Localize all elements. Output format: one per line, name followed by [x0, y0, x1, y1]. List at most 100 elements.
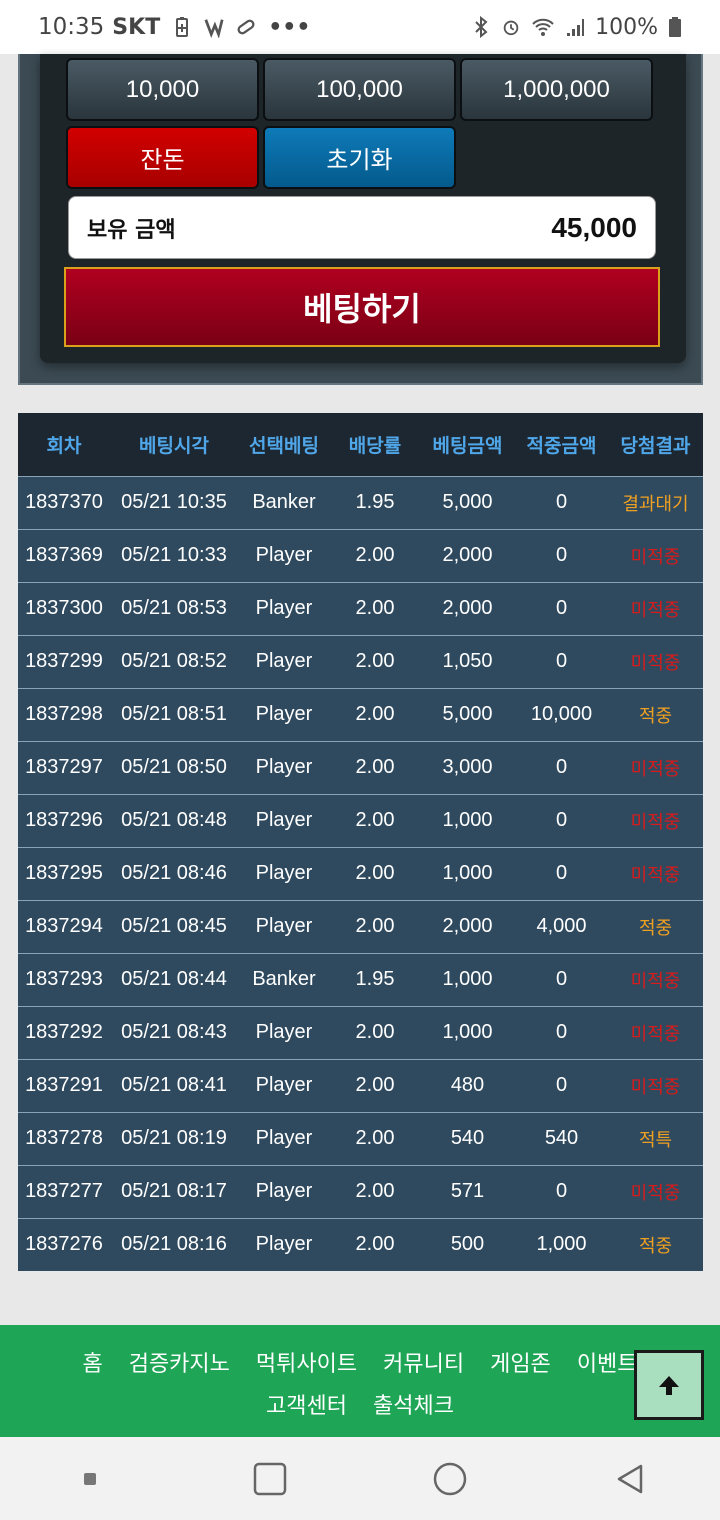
bet-amount-cell: 500: [450, 1233, 485, 1256]
selection-cell: Player: [255, 703, 313, 725]
odds-cell: 2.00: [355, 1021, 395, 1043]
battery-saver-icon: [176, 17, 189, 37]
selection-cell: Player: [255, 1021, 313, 1043]
bet-history-table: 회차 베팅시각 선택베팅 배당률 베팅금액 적중금액 당첨결과 1837370 0…: [18, 413, 703, 1271]
result-cell: 미적중: [630, 864, 681, 886]
footer-link[interactable]: 고객센터: [266, 1388, 347, 1420]
status-carrier: SKT: [112, 14, 161, 40]
footer-link[interactable]: 커뮤니티: [383, 1346, 464, 1378]
reset-button[interactable]: 초기화: [263, 126, 456, 189]
screen: 10:35 SKT ••• 100% 10,000 100,000 1,000,…: [0, 0, 720, 1520]
table-row: 1837298 05/21 08:51 Player 2.00 5,000 10,000 적…: [18, 688, 703, 741]
win-amount-cell: 0: [555, 544, 568, 566]
overview-button[interactable]: [230, 1449, 310, 1509]
round-cell: 1837292: [25, 1021, 103, 1043]
table-row: 1837278 05/21 08:19 Player 2.00 540 540 적특: [18, 1112, 703, 1165]
change-button[interactable]: 잔돈: [66, 126, 259, 189]
round-cell: 1837278: [25, 1127, 103, 1149]
bet-amount-cell: 2,000: [442, 544, 493, 566]
recent-apps-button[interactable]: [50, 1449, 130, 1509]
bet-time-cell: 05/21 08:44: [121, 968, 227, 990]
odds-cell: 2.00: [355, 756, 395, 778]
status-left-icons: •••: [172, 15, 310, 40]
odds-cell: 1.95: [355, 968, 395, 990]
selection-cell: Banker: [252, 968, 316, 990]
col-win-amount: 적중금액: [526, 434, 597, 457]
footer-links: 홈 검증카지노 먹튀사이트 커뮤니티 게임존 이벤트 고객센터 출석체크: [0, 1341, 720, 1425]
win-amount-cell: 1,000: [536, 1233, 587, 1256]
footer-link[interactable]: 검증카지노: [129, 1346, 230, 1378]
result-cell: 미적중: [630, 811, 681, 833]
more-notifications-icon: •••: [268, 14, 311, 40]
bet-amount-cell: 1,000: [442, 968, 493, 990]
selection-cell: Player: [255, 1074, 313, 1096]
selection-cell: Player: [255, 597, 313, 619]
amount-1000000-button[interactable]: 1,000,000: [460, 58, 653, 121]
bet-amount-cell: 571: [450, 1180, 485, 1202]
win-amount-cell: 0: [555, 650, 568, 672]
round-cell: 1837300: [25, 597, 103, 619]
win-amount-cell: 4,000: [536, 915, 587, 937]
scroll-top-button[interactable]: [634, 1350, 704, 1420]
bet-amount-cell: 5,000: [442, 703, 493, 725]
col-odds: 배당률: [348, 434, 402, 457]
round-cell: 1837294: [25, 915, 103, 937]
round-cell: 1837291: [25, 1074, 103, 1096]
round-cell: 1837299: [25, 650, 103, 672]
round-cell: 1837369: [25, 544, 103, 566]
footer-link[interactable]: 출석체크: [373, 1388, 454, 1420]
betting-panel-inner: 10,000 100,000 1,000,000 잔돈 초기화 보유 금액 45…: [40, 54, 686, 363]
selection-cell: Player: [255, 1180, 313, 1202]
home-circle-icon: [433, 1462, 467, 1495]
result-cell: 미적중: [630, 599, 681, 621]
col-bet-time: 베팅시각: [139, 434, 209, 457]
table-row: 1837300 05/21 08:53 Player 2.00 2,000 0 미적중: [18, 582, 703, 635]
square-icon: [253, 1462, 287, 1495]
place-bet-button[interactable]: 베팅하기: [64, 267, 660, 347]
result-cell: 적중: [638, 917, 673, 939]
table-row: 1837294 05/21 08:45 Player 2.00 2,000 4,000 적중: [18, 900, 703, 953]
result-cell: 적중: [638, 705, 673, 727]
table-row: 1837293 05/21 08:44 Banker 1.95 1,000 0 미적중: [18, 953, 703, 1006]
pill-icon: [237, 19, 255, 35]
selection-cell: Player: [255, 756, 313, 778]
footer-row-2: 고객센터 출석체크: [0, 1383, 720, 1425]
amount-100000-button[interactable]: 100,000: [263, 58, 456, 121]
bet-time-cell: 05/21 10:33: [121, 544, 227, 566]
footer-link[interactable]: 게임존: [490, 1346, 551, 1378]
bet-time-cell: 05/21 08:48: [121, 809, 227, 831]
signal-icon: [567, 19, 585, 36]
bet-amount-cell: 3,000: [442, 756, 493, 778]
back-button[interactable]: [590, 1449, 670, 1509]
home-button[interactable]: [410, 1449, 490, 1509]
round-cell: 1837276: [25, 1233, 103, 1256]
bet-amount-cell: 2,000: [442, 915, 493, 937]
win-amount-cell: 0: [555, 862, 568, 884]
amount-10000-button[interactable]: 10,000: [66, 58, 259, 121]
bet-amount-cell: 480: [450, 1074, 485, 1096]
round-cell: 1837295: [25, 862, 103, 884]
odds-cell: 2.00: [355, 1074, 395, 1096]
footer-link[interactable]: 이벤트: [577, 1346, 638, 1378]
footer-link[interactable]: 홈: [82, 1346, 102, 1378]
odds-cell: 2.00: [355, 915, 395, 937]
col-round: 회차: [46, 434, 82, 457]
footer-link[interactable]: 먹튀사이트: [256, 1346, 357, 1378]
result-cell: 미적중: [630, 1076, 681, 1098]
win-amount-cell: 0: [555, 756, 568, 778]
table-row: 1837291 05/21 08:41 Player 2.00 480 0 미적중: [18, 1059, 703, 1112]
win-amount-cell: 0: [555, 809, 568, 831]
bet-time-cell: 05/21 08:51: [121, 703, 227, 725]
battery-percent: 100%: [595, 14, 658, 40]
bet-time-cell: 05/21 08:43: [121, 1021, 227, 1043]
odds-cell: 1.95: [355, 491, 395, 513]
result-cell: 적중: [638, 1235, 673, 1257]
odds-cell: 2.00: [355, 809, 395, 831]
alarm-icon: [503, 20, 519, 36]
back-triangle-icon: [617, 1464, 643, 1493]
result-cell: 미적중: [630, 1182, 681, 1204]
recents-icon: [84, 1472, 96, 1485]
table-row: 1837295 05/21 08:46 Player 2.00 1,000 0 미적중: [18, 847, 703, 900]
bet-amount-cell: 5,000: [442, 491, 493, 513]
result-cell: 미적중: [630, 546, 681, 568]
